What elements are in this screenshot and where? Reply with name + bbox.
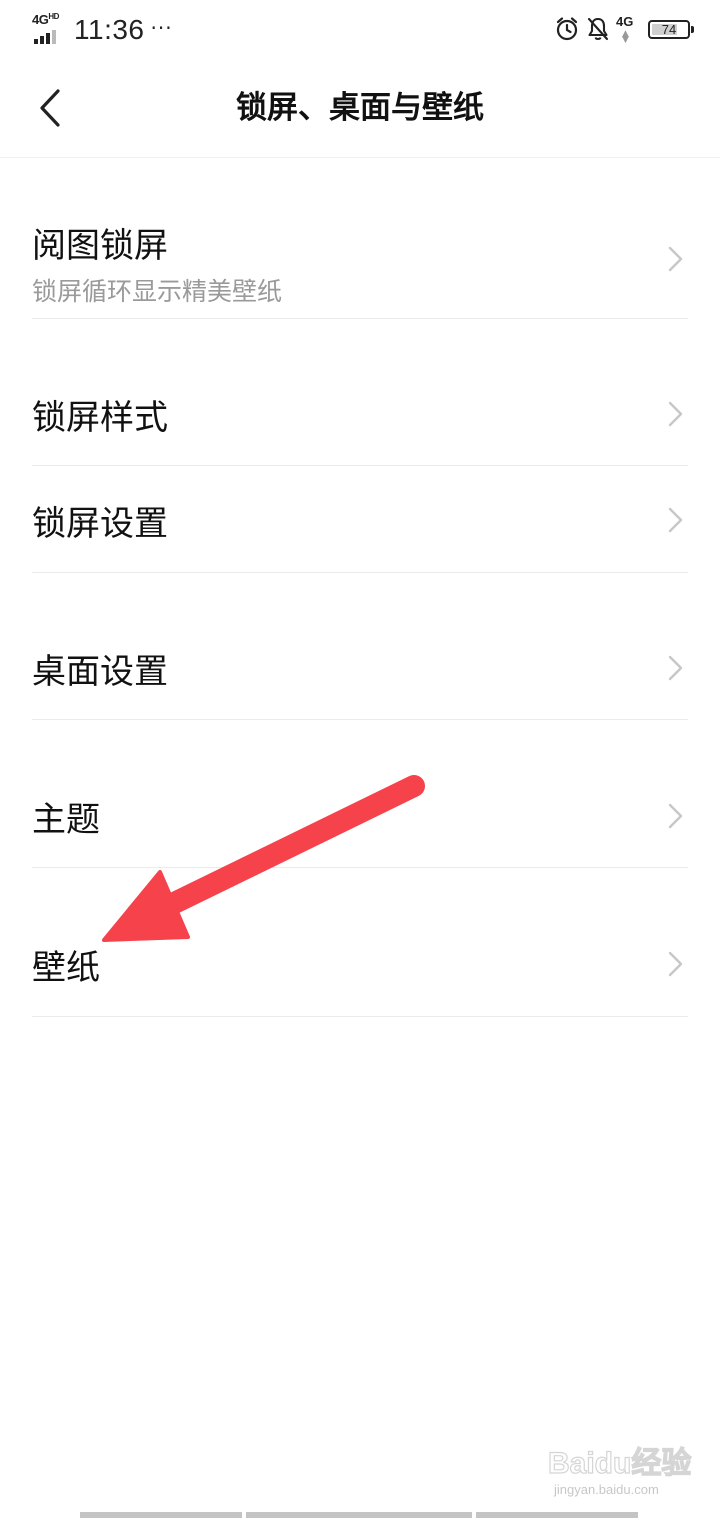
- battery-level: 74: [661, 21, 677, 37]
- chevron-left-icon: [40, 89, 60, 127]
- settings-item-label: 主题: [32, 800, 100, 840]
- chevron-right-icon: [668, 246, 683, 272]
- bottom-navigation-bar[interactable]: [80, 1512, 640, 1518]
- chevron-right-icon: [668, 951, 683, 977]
- page-title: 锁屏、桌面与壁纸: [236, 90, 484, 126]
- settings-item-subtitle: 锁屏循环显示精美壁纸: [32, 277, 283, 306]
- network-right-icon: 4G ▲ ▼: [616, 14, 634, 45]
- network-type-label: 4GHD: [32, 12, 59, 27]
- more-notifications-icon: ···: [150, 16, 173, 40]
- settings-item-wallpaper[interactable]: 壁纸: [32, 910, 688, 1017]
- status-right: 4G ▲ ▼ 74: [554, 12, 694, 46]
- watermark-logo-text: Baidu经验: [547, 1446, 692, 1480]
- settings-item-label: 阅图锁屏: [32, 226, 168, 266]
- settings-item-desktop-settings[interactable]: 桌面设置: [32, 614, 688, 720]
- settings-item-label: 桌面设置: [32, 652, 168, 692]
- nav-hint-left[interactable]: [80, 1512, 242, 1518]
- watermark-url: jingyan.baidu.com: [554, 1482, 659, 1497]
- signal-icon: [34, 30, 56, 44]
- nav-hint-center[interactable]: [246, 1512, 472, 1518]
- nav-hint-right[interactable]: [476, 1512, 638, 1518]
- settings-item-lockscreen-settings[interactable]: 锁屏设置: [32, 466, 688, 573]
- chevron-right-icon: [668, 401, 683, 427]
- alarm-icon: [554, 16, 580, 42]
- notifications-off-icon: [586, 16, 610, 42]
- settings-item-lockscreen-gallery[interactable]: 阅图锁屏 锁屏循环显示精美壁纸: [32, 190, 688, 319]
- settings-item-themes[interactable]: 主题: [32, 762, 688, 868]
- status-time: 11:36: [74, 14, 145, 45]
- baidu-watermark: Baidu经验 jingyan.baidu.com: [547, 1438, 698, 1508]
- settings-item-label: 锁屏设置: [32, 504, 168, 544]
- settings-item-label: 壁纸: [32, 948, 100, 988]
- chevron-right-icon: [668, 655, 683, 681]
- title-bar: 锁屏、桌面与壁纸: [0, 58, 720, 158]
- battery-icon: 74: [648, 19, 694, 39]
- settings-item-label: 锁屏样式: [32, 398, 168, 438]
- back-button[interactable]: [28, 84, 72, 132]
- network-indicator: 4GHD: [32, 12, 70, 45]
- status-bar: 4GHD 11:36 ··· 4G ▲ ▼ 74: [0, 0, 720, 58]
- settings-item-lockscreen-style[interactable]: 锁屏样式: [32, 360, 688, 466]
- status-left: 4GHD 11:36 ···: [32, 10, 173, 50]
- screen: 4GHD 11:36 ··· 4G ▲ ▼ 74 锁屏、桌面与壁纸 阅图锁屏 锁…: [0, 0, 720, 1520]
- chevron-right-icon: [668, 803, 683, 829]
- chevron-right-icon: [668, 507, 683, 533]
